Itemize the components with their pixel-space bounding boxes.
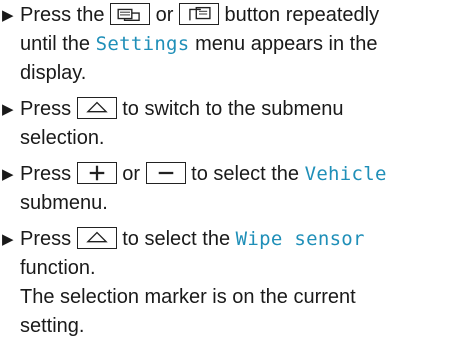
page-back-icon xyxy=(110,2,151,25)
step-4-line-1: Press to select the Wipe sensor xyxy=(20,225,365,254)
step-1-text-post: button repeatedly xyxy=(224,4,380,26)
step-3-text-post: to select the xyxy=(191,163,300,185)
minus-icon xyxy=(145,161,186,184)
page-forward-icon xyxy=(178,2,219,25)
step-1-line-2: until the Settings menu appears in the xyxy=(20,30,377,59)
settings-term: Settings xyxy=(95,33,190,55)
up-arrow-icon xyxy=(76,226,117,249)
step-3-or: or xyxy=(122,163,141,185)
step-1-text: Press the xyxy=(20,4,105,26)
step-4-line-3: The selection marker is on the current xyxy=(20,283,356,312)
step-2-text: Press xyxy=(20,98,72,120)
instruction-page: ▶ Press the or button repeatedly until t… xyxy=(0,0,462,350)
up-arrow-icon xyxy=(76,96,117,119)
step-4-text: Press xyxy=(20,228,72,250)
bullet-icon: ▶ xyxy=(2,7,14,24)
step-4-text: function. xyxy=(20,257,96,279)
step-2-text-post: to switch to the submenu xyxy=(122,98,344,120)
vehicle-term: Vehicle xyxy=(304,163,387,185)
step-1-text: until the xyxy=(20,33,91,55)
bullet-icon: ▶ xyxy=(2,231,14,248)
wipe-sensor-term: Wipe sensor xyxy=(235,228,365,250)
plus-icon xyxy=(76,161,117,184)
step-1-line-3: display. xyxy=(20,59,86,88)
step-1-or: or xyxy=(155,4,174,26)
bullet-icon: ▶ xyxy=(2,101,14,118)
step-1-text: menu appears in the xyxy=(195,33,378,55)
step-3-text: submenu. xyxy=(20,192,108,214)
step-4-text: setting. xyxy=(20,315,85,337)
step-2-line-2: selection. xyxy=(20,124,105,153)
step-2-text: selection. xyxy=(20,127,105,149)
step-1-text: display. xyxy=(20,62,87,84)
step-1-line-1: Press the or button repeatedly xyxy=(20,1,379,30)
step-3-text: Press xyxy=(20,163,72,185)
step-4-line-2: function. xyxy=(20,254,96,283)
step-4-text-post: to select the xyxy=(122,228,231,250)
step-4-text: The selection marker is on the current xyxy=(20,286,356,308)
bullet-icon: ▶ xyxy=(2,166,14,183)
step-4-line-4: setting. xyxy=(20,312,84,341)
step-3-line-1: Press or to select the Vehicle xyxy=(20,160,387,189)
step-2-line-1: Press to switch to the submenu xyxy=(20,95,343,124)
step-3-line-2: submenu. xyxy=(20,189,108,218)
